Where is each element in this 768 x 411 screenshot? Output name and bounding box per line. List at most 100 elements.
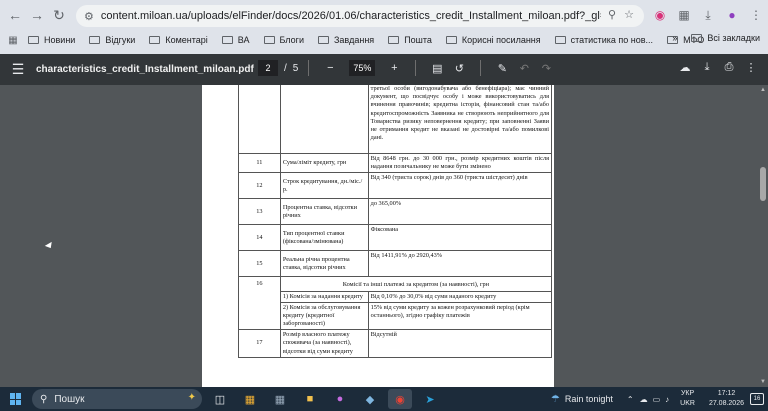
page-number-input[interactable]: 2	[258, 60, 278, 76]
credit-terms-table: третьої особи (вигодонабувача або бенефі…	[238, 85, 553, 358]
folder-icon	[445, 36, 457, 44]
save-to-drive-icon[interactable]: ☁	[674, 61, 696, 74]
more-options-icon[interactable]: ⋮	[740, 61, 762, 74]
bookmark-komentari[interactable]: Коментарі	[149, 35, 208, 45]
bookmarks-bar: ▦ Новини Відгуки Коментарі ВА Блоги Завд…	[0, 30, 768, 50]
folder-icon	[149, 36, 161, 44]
taskbar-search[interactable]: ⚲ Пошук ✦	[32, 389, 202, 409]
language-indicator[interactable]: УКР UKR	[680, 389, 695, 409]
notification-badge[interactable]: 16	[750, 393, 764, 405]
pdf-toolbar: ☰ characteristics_credit_Installment_mil…	[0, 54, 768, 85]
apps-icon[interactable]: ▦	[0, 35, 26, 46]
page-separator: /	[284, 62, 287, 74]
tray-chevron-icon[interactable]: ⌃	[627, 395, 634, 404]
windows-start-icon[interactable]	[10, 393, 22, 405]
pdf-viewport[interactable]: третьої особи (вигодонабувача або бенефі…	[0, 85, 768, 387]
total-pages: 5	[292, 62, 299, 74]
zoom-in-icon[interactable]: +	[383, 62, 405, 74]
folder-icon	[221, 36, 233, 44]
system-tray: ☂ Rain tonight ⌃ ☁ ▭ ♪ УКР UKR 17:12 27.…	[551, 388, 764, 410]
windows-taskbar: ⚲ Пошук ✦ ◫ ▦ ▦ ■ ● ◆ ◉ ➤ ☂ Rain tonight…	[0, 387, 768, 411]
table-row: 11 Сума/ліміт кредиту, грн Від 8648 грн.…	[238, 152, 553, 174]
task-view-icon[interactable]: ◫	[208, 389, 232, 409]
pdf-filename: characteristics_credit_Installment_miloa…	[36, 64, 254, 75]
folder-icon	[554, 36, 566, 44]
sparkle-icon: ✦	[187, 392, 196, 403]
bookmark-poshta[interactable]: Пошта	[388, 35, 432, 45]
all-bookmarks[interactable]: » Всі закладки	[672, 33, 760, 43]
table-row: 13 Процентна ставка, відсотки річних до …	[238, 198, 553, 226]
table-row: 14 Тип процентної ставки (фіксована/змін…	[238, 224, 553, 252]
url-text: content.miloan.ua/uploads/elFinder/docs/…	[100, 10, 601, 22]
scroll-up-icon[interactable]: ▲	[760, 87, 766, 93]
bookmark-star-icon[interactable]: ☆	[624, 8, 634, 21]
address-bar[interactable]: ⚙ content.miloan.ua/uploads/elFinder/doc…	[76, 5, 644, 27]
table-row: 17 Розмір власного платежу споживача (за…	[238, 329, 553, 358]
back-icon[interactable]: ←	[4, 4, 26, 26]
table-row: 2) Комісія за обслуговування кредиту (кр…	[239, 301, 553, 331]
reload-icon[interactable]: ↻	[48, 4, 70, 26]
weather-widget[interactable]: ☂ Rain tonight	[551, 394, 613, 405]
zoom-input[interactable]: 75%	[349, 60, 376, 76]
bookmark-statystyka[interactable]: статистика по нов...	[554, 35, 653, 45]
clock[interactable]: 17:12 27.08.2026	[709, 389, 744, 409]
onedrive-icon[interactable]: ☁	[640, 395, 648, 404]
divider	[480, 60, 482, 76]
folder-icon	[263, 36, 275, 44]
search-in-page-icon[interactable]: ⚲	[608, 8, 616, 21]
more-chevron-icon[interactable]: »	[672, 33, 677, 43]
zoom-out-icon[interactable]: −	[319, 62, 341, 74]
vertical-scrollbar[interactable]: ▲ ▼	[758, 85, 768, 387]
chrome-icon[interactable]: ◉	[388, 389, 412, 409]
copilot-icon[interactable]: ●	[328, 389, 352, 409]
scroll-thumb[interactable]	[760, 167, 766, 201]
bookmark-blogy[interactable]: Блоги	[263, 35, 304, 45]
forward-icon[interactable]: →	[26, 4, 48, 26]
profile-icon[interactable]: ●	[720, 4, 744, 26]
file-explorer-icon[interactable]: ■	[298, 389, 322, 409]
calculator-icon[interactable]: ▦	[268, 389, 292, 409]
network-icon[interactable]: ▭	[653, 395, 661, 404]
folder-icon	[89, 36, 101, 44]
table-row: третьої особи (вигодонабувача або бенефі…	[238, 85, 553, 154]
bookmark-zavdannya[interactable]: Завдання	[317, 35, 374, 45]
hamburger-menu-icon[interactable]: ☰	[0, 61, 36, 78]
browser-menu-icon[interactable]: ⋮	[744, 4, 768, 26]
folder-icon	[28, 36, 39, 44]
print-icon[interactable]: ⎙	[718, 61, 740, 74]
folder-icon	[388, 36, 400, 44]
bookmark-vidguky[interactable]: Відгуки	[89, 35, 135, 45]
redo-icon[interactable]: ↷	[535, 62, 557, 75]
browser-toolbar: ← → ↻ ⚙ content.miloan.ua/uploads/elFind…	[0, 0, 768, 30]
mouse-cursor-icon	[44, 241, 55, 251]
rain-cloud-icon: ☂	[550, 393, 560, 405]
volume-icon[interactable]: ♪	[665, 395, 669, 404]
app-icon[interactable]: ◆	[358, 389, 382, 409]
search-icon: ⚲	[40, 393, 48, 405]
extension-icon[interactable]: ◉	[648, 4, 672, 26]
fees-header: Комісії та інші платежі за кредитом (за …	[279, 276, 553, 292]
undo-icon[interactable]: ↶	[513, 62, 535, 75]
rotate-icon[interactable]: ↺	[448, 62, 470, 75]
table-row: 1) Комісія за надання кредиту Від 0,10% …	[239, 290, 553, 303]
table-row: 12 Строк кредитування, дн./міс./р. Від 3…	[238, 172, 553, 200]
scroll-down-icon[interactable]: ▼	[760, 379, 766, 385]
bookmark-va[interactable]: ВА	[221, 35, 250, 45]
pdf-page: третьої особи (вигодонабувача або бенефі…	[202, 85, 554, 387]
table-row: 15 Реальна річна процентна ставка, відсо…	[238, 250, 553, 278]
divider	[415, 60, 417, 76]
puzzle-icon[interactable]: ▦	[672, 4, 696, 26]
download-pdf-icon[interactable]: ⤓	[696, 61, 718, 74]
folder-icon	[691, 34, 703, 42]
divider	[308, 60, 310, 76]
site-info-icon[interactable]: ⚙	[84, 10, 94, 23]
table-row: 16 Комісії та інші платежі за кредитом (…	[238, 276, 553, 331]
bookmark-novyny[interactable]: Новини	[28, 35, 75, 45]
fit-page-icon[interactable]: ▤	[426, 62, 448, 75]
download-icon[interactable]: ⤓	[696, 4, 720, 26]
telegram-icon[interactable]: ➤	[418, 389, 442, 409]
bookmark-korysni[interactable]: Корисні посилання	[445, 35, 541, 45]
widgets-icon[interactable]: ▦	[238, 389, 262, 409]
annotate-pen-icon[interactable]: ✎	[491, 62, 513, 75]
folder-icon	[317, 36, 329, 44]
